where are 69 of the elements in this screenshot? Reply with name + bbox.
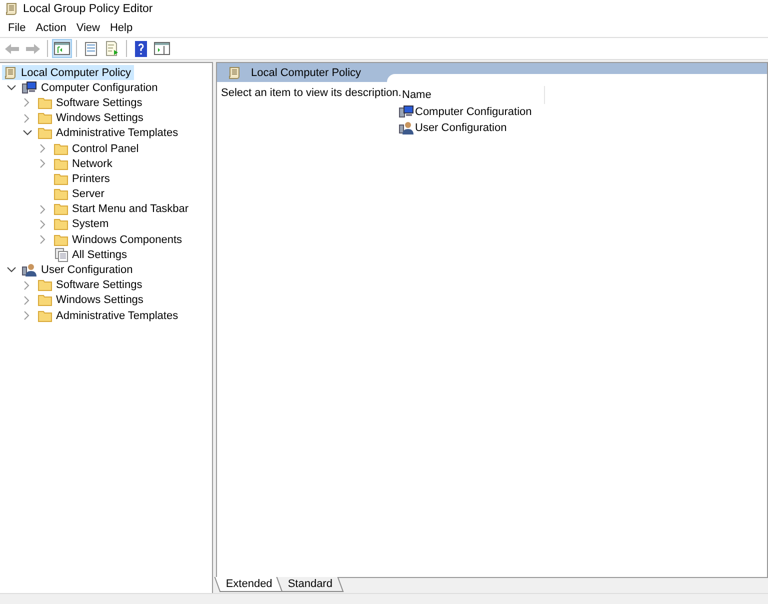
folder-icon (38, 112, 52, 124)
folder-icon (54, 142, 68, 155)
chevron-right-icon[interactable] (24, 311, 30, 320)
tree-item[interactable]: User Configuration (21, 262, 136, 278)
help-icon (132, 40, 150, 58)
chevron-right-icon[interactable] (40, 220, 46, 229)
tree-item[interactable]: Windows Settings (37, 292, 146, 308)
chevron-down-icon[interactable] (22, 130, 32, 136)
list-item[interactable]: Computer Configuration (399, 104, 545, 120)
tree-item[interactable]: Server (53, 186, 108, 202)
details-title: Local Computer Policy (251, 66, 362, 78)
tree-toggle-button[interactable] (52, 39, 72, 58)
tree-item[interactable]: System (53, 216, 112, 232)
computer-icon (399, 105, 414, 119)
user-icon (399, 121, 414, 135)
scroll-icon (4, 2, 18, 16)
settings-list-icon (54, 248, 68, 262)
tree-item[interactable]: Windows Components (53, 232, 186, 248)
tree-item[interactable]: Software Settings (37, 95, 146, 110)
description-text: Select an item to view its description. (220, 86, 399, 101)
tree-item[interactable]: Start Menu and Taskbar (53, 202, 192, 217)
folder-icon (54, 158, 68, 170)
tree-item[interactable]: Printers (53, 171, 113, 186)
chevron-right-icon[interactable] (40, 159, 46, 168)
tree-toggle-icon (53, 40, 71, 58)
folder-icon (54, 218, 68, 230)
chevron-down-icon[interactable] (6, 84, 16, 91)
chevron-right-icon[interactable] (40, 235, 46, 244)
chevron-right-icon[interactable] (24, 280, 30, 290)
view-tab[interactable]: Standard (276, 577, 344, 592)
menu-item[interactable]: View (71, 22, 105, 34)
computer-icon (22, 80, 37, 95)
tree-item[interactable]: Windows Settings (37, 110, 146, 126)
list-item[interactable]: User Configuration (399, 120, 545, 136)
user-icon (22, 263, 37, 278)
scroll-icon (3, 66, 17, 80)
view-icon (153, 40, 171, 58)
menu-item[interactable]: Action (30, 22, 72, 34)
folder-icon (38, 294, 52, 306)
folder-icon (38, 127, 52, 140)
tree-item[interactable]: Network (53, 156, 116, 172)
tree-item[interactable]: Administrative Templates (37, 308, 182, 324)
menu-item[interactable]: Help (104, 22, 138, 34)
tree-item[interactable]: All Settings (53, 247, 130, 262)
chevron-right-icon[interactable] (40, 144, 46, 154)
chevron-down-icon[interactable] (6, 267, 16, 274)
chevron-right-icon[interactable] (40, 204, 46, 214)
folder-icon (38, 96, 52, 109)
tree-item[interactable]: Computer Configuration (21, 80, 161, 96)
tree-item[interactable]: Control Panel (53, 141, 142, 156)
view-button[interactable] (152, 39, 172, 58)
column-header[interactable]: Name (399, 86, 545, 104)
tree-item[interactable]: Software Settings (37, 278, 146, 293)
folder-icon (54, 188, 68, 200)
chevron-right-icon[interactable] (24, 114, 30, 123)
tree-item[interactable]: Administrative Templates (37, 126, 182, 141)
view-tab[interactable]: Extended (214, 577, 284, 592)
menu-item[interactable]: File (3, 22, 31, 34)
chevron-right-icon[interactable] (24, 98, 30, 108)
window-title: Local Group Policy Editor (23, 3, 153, 15)
folder-icon (54, 234, 68, 246)
tree-item[interactable]: Local Computer Policy (2, 65, 134, 80)
folder-icon (38, 279, 52, 292)
scroll-icon (227, 66, 241, 80)
folder-icon (38, 310, 52, 322)
folder-icon (54, 203, 68, 216)
chevron-right-icon[interactable] (24, 296, 30, 305)
properties-icon (82, 40, 100, 58)
folder-icon (54, 172, 68, 185)
